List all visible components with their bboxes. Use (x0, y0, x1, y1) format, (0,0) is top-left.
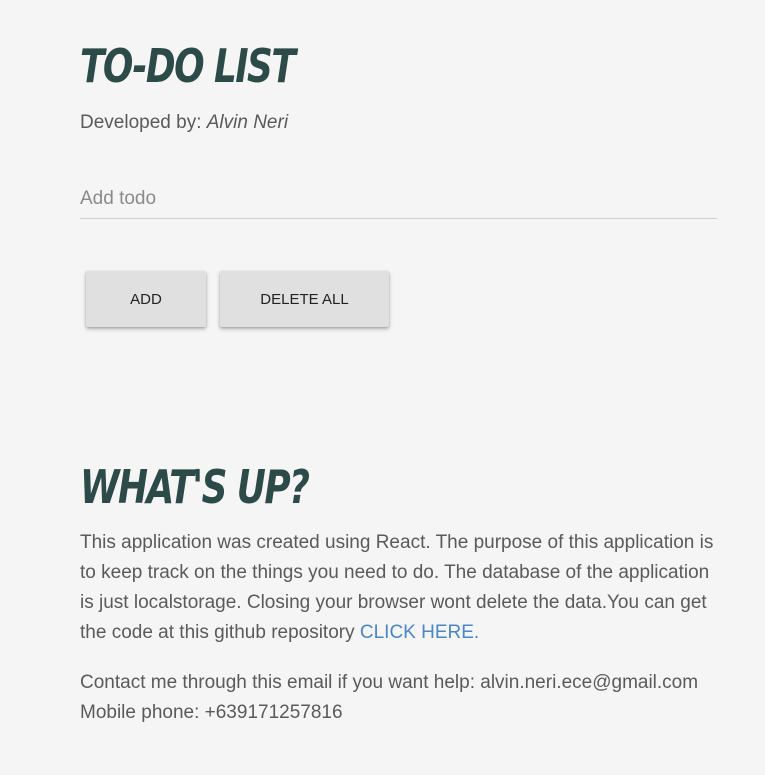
contact-info: Contact me through this email if you wan… (80, 668, 717, 728)
about-heading: WHAT'S UP? (80, 460, 310, 514)
add-button[interactable]: ADD (86, 271, 206, 327)
github-link[interactable]: CLICK HERE. (360, 622, 479, 643)
delete-all-button[interactable]: DELETE ALL (220, 271, 389, 327)
developer-credit: Developed by: Alvin Neri (80, 112, 288, 134)
about-text: This application was created using React… (80, 528, 717, 648)
developer-prefix: Developed by: (80, 112, 207, 133)
page-title: TO-DO LIST (80, 39, 296, 93)
contact-email: Contact me through this email if you wan… (80, 672, 699, 693)
developer-name: Alvin Neri (206, 112, 289, 133)
add-todo-input[interactable] (80, 180, 717, 219)
contact-phone: Mobile phone: +639171257816 (80, 702, 343, 723)
